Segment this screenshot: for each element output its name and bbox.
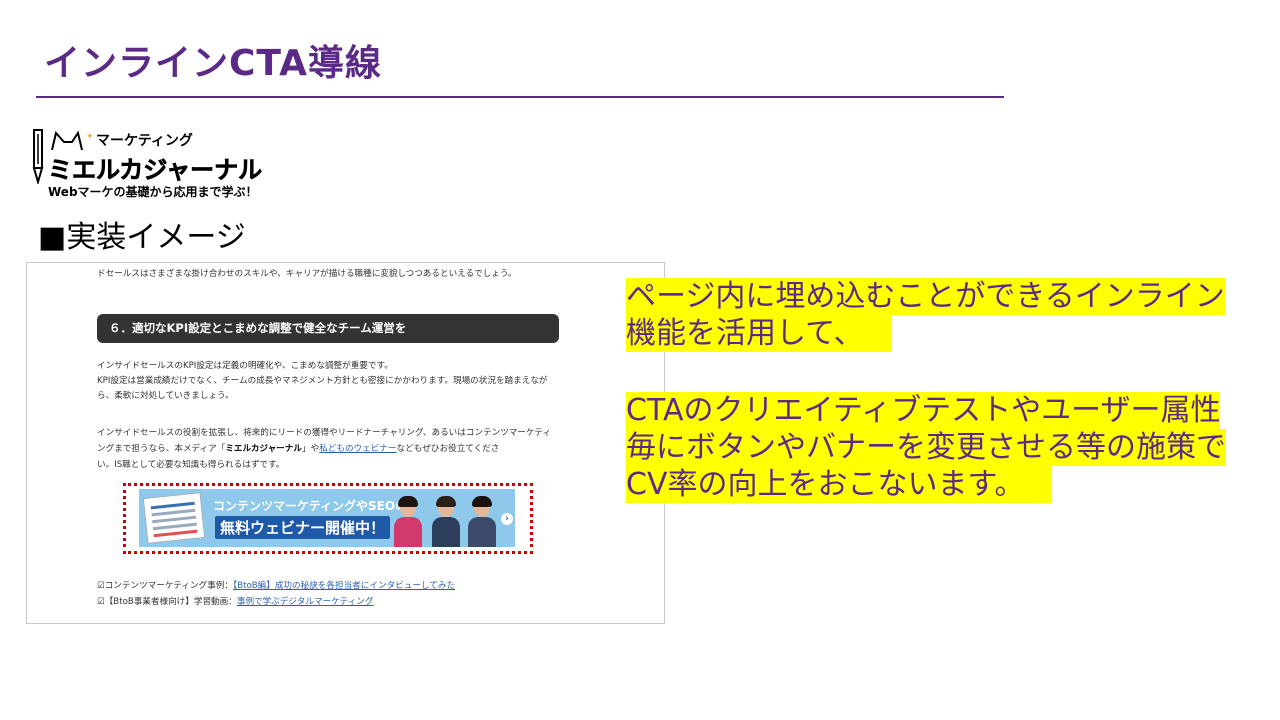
note-block-2: CTAのクリエイティブテストやユーザー属性 毎にボタンやバナーを変更させる等の施… bbox=[626, 392, 1226, 503]
media-name-bold: ミエルカジャーナル bbox=[225, 444, 302, 454]
pen-icon bbox=[32, 129, 44, 184]
note2-line3: CV率の向上をおこないます。 bbox=[626, 466, 1053, 503]
logo-sub-text: マーケティング bbox=[96, 133, 193, 149]
related2-prefix: ☑【BtoB事業者様向け】学習動画： bbox=[97, 597, 237, 607]
related-link-1: ☑コンテンツマーケティング事例：【BtoB編】成功の秘訣を各担当者にインタビュー… bbox=[97, 579, 455, 594]
logo-tagline: Webマーケの基礎から応用まで学ぶ！ bbox=[48, 185, 258, 199]
article-top-line: ドセールスはさまざまな掛け合わせのスキルや、キャリアが描ける職種に変貌しつつある… bbox=[97, 269, 517, 279]
slide-title: インラインCTA導線 bbox=[44, 43, 383, 84]
speaker-photo-1 bbox=[391, 495, 425, 547]
related1-prefix: ☑コンテンツマーケティング事例： bbox=[97, 581, 233, 591]
svg-text:✦: ✦ bbox=[86, 132, 94, 142]
implementation-heading: ■実装イメージ bbox=[38, 220, 246, 255]
note1-line2: 機能を活用して、 bbox=[626, 315, 892, 352]
note-block-1: ページ内に埋め込むことができるインライン 機能を活用して、 bbox=[626, 278, 1225, 352]
related1-link[interactable]: 【BtoB編】成功の秘訣を各担当者にインタビューしてみた bbox=[233, 581, 455, 591]
related-link-2: ☑【BtoB事業者様向け】学習動画：事例で学ぶデジタルマーケティング bbox=[97, 595, 374, 610]
note2-line1: CTAのクリエイティブテストやユーザー属性 bbox=[626, 392, 1221, 429]
article-para1-line1: インサイドセールスのKPI設定は定義の明確化や、こまめな調整が重要です。 bbox=[97, 361, 393, 371]
article-para1-line3: ら、柔軟に対処していきましょう。 bbox=[97, 391, 234, 401]
banner-arrow-icon[interactable]: › bbox=[501, 513, 513, 525]
title-divider bbox=[36, 96, 1004, 98]
cat-icon: ✦ bbox=[51, 130, 94, 151]
inline-cta-banner[interactable]: コンテンツマーケティングやSEOの 無料ウェビナー開催中！ › bbox=[139, 489, 515, 547]
note2-line2: 毎にボタンやバナーを変更させる等の施策で bbox=[626, 429, 1226, 466]
article-screenshot: ドセールスはさまざまな掛け合わせのスキルや、キャリアが描ける職種に変貌しつつある… bbox=[26, 262, 665, 624]
banner-line2: 無料ウェビナー開催中！ bbox=[215, 516, 391, 539]
speaker-photo-3 bbox=[465, 495, 499, 547]
article-para2-line3: い。IS職として必要な知識も得られるはずです。 bbox=[97, 460, 285, 470]
para2-text-c: などもぜひお役立てくださ bbox=[396, 444, 500, 454]
logo-main-text: ミエルカジャーナル bbox=[48, 156, 263, 185]
article-para1-line2: KPI設定は営業成績だけでなく、チームの成長やマネジメント方針とも密接にかかわり… bbox=[97, 376, 548, 386]
article-para2-line1: インサイドセールスの役割を拡張し、将来的にリードの獲得やリードナーチャリング、あ… bbox=[97, 428, 552, 438]
article-section-heading: ６．適切なKPI設定とこまめな調整で健全なチーム運営を bbox=[97, 314, 559, 343]
banner-line1: コンテンツマーケティングやSEOの bbox=[213, 499, 408, 513]
para2-text-b: 」や bbox=[301, 444, 320, 454]
document-icon bbox=[142, 492, 206, 544]
article-para2-line2: ングまで担うなら、本メディア「ミエルカジャーナル」や私どものウェビナーなどもぜひ… bbox=[97, 442, 499, 457]
speaker-photo-2 bbox=[429, 495, 463, 547]
mieruca-journal-logo: ✦ マーケティング ミエルカジャーナル Webマーケの基礎から応用まで学ぶ！ bbox=[30, 126, 262, 200]
note1-line1: ページ内に埋め込むことができるインライン bbox=[626, 278, 1225, 315]
para2-text-a: ングまで担うなら、本メディア「 bbox=[97, 444, 226, 454]
related2-link[interactable]: 事例で学ぶデジタルマーケティング bbox=[237, 597, 374, 607]
webinar-link[interactable]: 私どものウェビナー bbox=[319, 444, 396, 454]
